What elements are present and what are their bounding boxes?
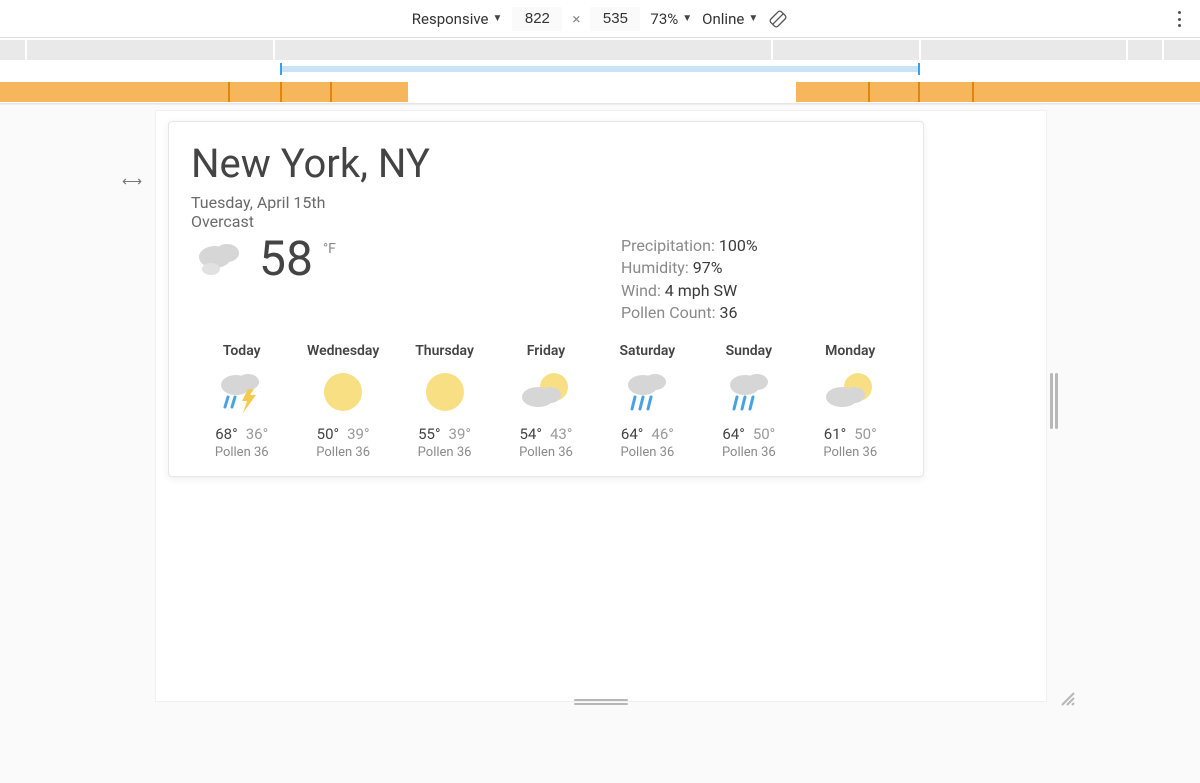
viewport-height-input[interactable] bbox=[590, 7, 640, 31]
forecast-day-name: Today bbox=[191, 343, 292, 359]
forecast-day-name: Monday bbox=[800, 343, 901, 359]
precip-label: Precipitation: bbox=[621, 236, 715, 255]
forecast-hi: 50° bbox=[317, 425, 339, 443]
forecast-lo: 36° bbox=[246, 425, 268, 443]
dimension-separator: × bbox=[572, 10, 580, 28]
forecast-day: Thursday 55° 39° Pollen 36 bbox=[394, 343, 495, 460]
forecast-hi: 68° bbox=[215, 425, 237, 443]
rotate-icon[interactable] bbox=[768, 9, 788, 29]
forecast-day-name: Saturday bbox=[597, 343, 698, 359]
forecast-day-name: Sunday bbox=[698, 343, 799, 359]
current-viewport-indicator[interactable] bbox=[280, 66, 920, 72]
forecast-lo: 50° bbox=[753, 425, 775, 443]
current-temp-block: 58 °F bbox=[191, 235, 336, 283]
condition-label: Overcast bbox=[191, 212, 901, 231]
forecast-pollen: Pollen 36 bbox=[597, 445, 698, 460]
forecast-lo: 50° bbox=[854, 425, 876, 443]
emulated-viewport: New York, NY Tuesday, April 15th Overcas… bbox=[156, 111, 1046, 701]
zoom-label: 73% bbox=[650, 10, 678, 28]
network-label: Online bbox=[702, 10, 744, 28]
forecast-hi: 55° bbox=[418, 425, 440, 443]
forecast-day: Wednesday 50° 39° Pollen 36 bbox=[292, 343, 393, 460]
forecast-hi: 64° bbox=[621, 425, 643, 443]
forecast-pollen: Pollen 36 bbox=[394, 445, 495, 460]
resize-handle-bottom[interactable] bbox=[574, 699, 628, 707]
forecast-pollen: Pollen 36 bbox=[292, 445, 393, 460]
chevron-down-icon: ▼ bbox=[492, 13, 502, 24]
ruler-segments bbox=[0, 40, 1200, 60]
forecast-day-name: Wednesday bbox=[292, 343, 393, 359]
device-select-label: Responsive bbox=[412, 10, 489, 28]
forecast-pollen: Pollen 36 bbox=[191, 445, 292, 460]
device-viewport-canvas: ⟷ New York, NY Tuesday, April 15th Overc… bbox=[0, 104, 1200, 783]
wind-value: 4 mph SW bbox=[665, 281, 737, 300]
forecast-hi: 54° bbox=[520, 425, 542, 443]
resize-handle-right[interactable] bbox=[1050, 373, 1060, 429]
pollen-value: 36 bbox=[719, 303, 737, 322]
chevron-down-icon: ▼ bbox=[748, 13, 758, 24]
forecast-day: Friday 54° 43° Pollen 36 bbox=[495, 343, 596, 460]
network-select[interactable]: Online ▼ bbox=[702, 10, 758, 28]
device-select[interactable]: Responsive ▼ bbox=[412, 10, 503, 28]
precip-value: 100% bbox=[719, 236, 758, 255]
viewport-width-input[interactable] bbox=[512, 7, 562, 31]
breakpoint-ruler bbox=[0, 38, 1200, 104]
rain-icon bbox=[597, 365, 698, 419]
forecast-lo: 43° bbox=[550, 425, 572, 443]
forecast-day: Today 68° 36° Pollen 36 bbox=[191, 343, 292, 460]
location-heading: New York, NY bbox=[191, 140, 901, 187]
forecast-row: Today 68° 36° Pollen 36 Wednesday 50° 39° … bbox=[191, 343, 901, 460]
forecast-day: Sunday 64° 50° Pollen 36 bbox=[698, 343, 799, 460]
forecast-pollen: Pollen 36 bbox=[800, 445, 901, 460]
forecast-pollen: Pollen 36 bbox=[698, 445, 799, 460]
current-temp: 58 bbox=[259, 235, 313, 283]
forecast-lo: 39° bbox=[449, 425, 471, 443]
resize-handle-corner[interactable] bbox=[1058, 689, 1076, 707]
humidity-label: Humidity: bbox=[621, 258, 689, 277]
more-options-button[interactable] bbox=[1170, 9, 1188, 29]
forecast-day-name: Thursday bbox=[394, 343, 495, 359]
forecast-hi: 64° bbox=[722, 425, 744, 443]
temp-unit: °F bbox=[323, 241, 336, 257]
rain-icon bbox=[698, 365, 799, 419]
overcast-icon bbox=[191, 235, 249, 283]
breakpoint-bar-right[interactable] bbox=[796, 82, 1200, 102]
weather-stats: Precipitation: 100% Humidity: 97% Wind: … bbox=[621, 235, 901, 325]
device-toolbar: Responsive ▼ × 73% ▼ Online ▼ bbox=[0, 0, 1200, 38]
sunny-icon bbox=[394, 365, 495, 419]
forecast-day: Monday 61° 50° Pollen 36 bbox=[800, 343, 901, 460]
sunny-icon bbox=[292, 365, 393, 419]
zoom-select[interactable]: 73% ▼ bbox=[650, 10, 692, 28]
breakpoint-bar-left[interactable] bbox=[0, 82, 408, 102]
storm-icon bbox=[191, 365, 292, 419]
forecast-lo: 39° bbox=[347, 425, 369, 443]
chevron-down-icon: ▼ bbox=[682, 13, 692, 24]
pollen-label: Pollen Count: bbox=[621, 303, 716, 322]
forecast-hi: 61° bbox=[824, 425, 846, 443]
weather-card: New York, NY Tuesday, April 15th Overcas… bbox=[168, 121, 924, 477]
resize-handle-left[interactable]: ⟷ bbox=[122, 174, 140, 184]
partly-sunny-icon bbox=[495, 365, 596, 419]
date-label: Tuesday, April 15th bbox=[191, 193, 901, 212]
forecast-day: Saturday 64° 46° Pollen 36 bbox=[597, 343, 698, 460]
forecast-day-name: Friday bbox=[495, 343, 596, 359]
partly-sunny-icon bbox=[800, 365, 901, 419]
wind-label: Wind: bbox=[621, 281, 661, 300]
humidity-value: 97% bbox=[693, 258, 723, 277]
forecast-pollen: Pollen 36 bbox=[495, 445, 596, 460]
forecast-lo: 46° bbox=[651, 425, 673, 443]
